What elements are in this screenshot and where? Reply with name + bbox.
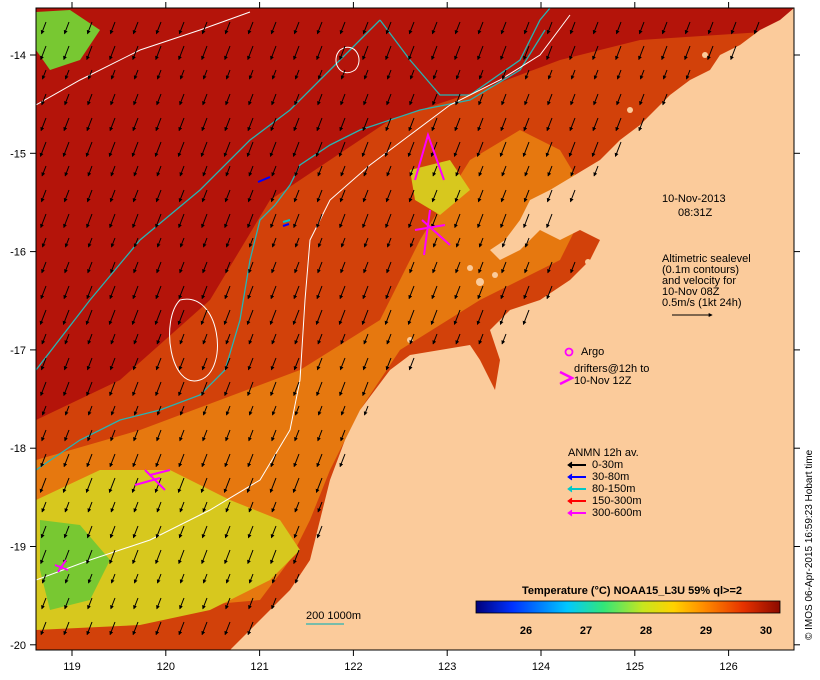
map-time: 08:31Z: [678, 207, 713, 219]
lon-tick-label: 123: [438, 661, 456, 673]
lat-tick-label: -17: [10, 345, 26, 357]
lon-tick-label: 124: [532, 661, 550, 673]
lat-tick-label: -15: [10, 148, 26, 160]
lat-tick-label: -14: [10, 50, 26, 62]
lon-tick-label: 125: [626, 661, 644, 673]
credit: © IMOS 06-Apr-2015 16:59:23 Hobart time: [804, 449, 815, 640]
sst-map: 119 120 121 122 123 124 125 126 -14 -15 -16 -17 -18…: [10, 2, 815, 673]
lat-tick-label: -20: [10, 640, 26, 652]
lon-tick-label: 120: [157, 661, 175, 673]
lat-tick-label: -19: [10, 542, 26, 554]
svg-text:0.5m/s (1kt 24h): 0.5m/s (1kt 24h): [662, 297, 741, 309]
colorbar-tick-label: 30: [760, 625, 772, 637]
lon-tick-label: 121: [250, 661, 268, 673]
anmn-legend-label: 150-300m: [592, 495, 642, 507]
depth-contour-label: 200 1000m: [306, 610, 361, 622]
colorbar-tick-label: 26: [520, 625, 532, 637]
colorbar-tick-label: 29: [700, 625, 712, 637]
anmn-legend-label: 0-30m: [592, 459, 623, 471]
drifters-label-1: drifters@12h to: [574, 363, 649, 375]
anmn-legend-label: 30-80m: [592, 471, 629, 483]
lon-tick-label: 119: [63, 661, 81, 673]
lon-tick-label: 122: [344, 661, 362, 673]
svg-text:ANMN 12h av.: ANMN 12h av.: [568, 447, 639, 459]
anmn-legend-label: 80-150m: [592, 483, 635, 495]
drifters-label-2: 10-Nov 12Z: [574, 375, 632, 387]
svg-text:Temperature (°C) NOAA15_L3U 59: Temperature (°C) NOAA15_L3U 59% ql>=2: [522, 585, 742, 597]
colorbar-tick-label: 28: [640, 625, 652, 637]
lon-tick-label: 126: [719, 661, 737, 673]
map-date: 10-Nov-2013: [662, 193, 726, 205]
lat-tick-label: -18: [10, 443, 26, 455]
anmn-legend-label: 300-600m: [592, 507, 642, 519]
argo-label: Argo: [581, 346, 604, 358]
lat-tick-label: -16: [10, 247, 26, 259]
colorbar-tick-label: 27: [580, 625, 592, 637]
